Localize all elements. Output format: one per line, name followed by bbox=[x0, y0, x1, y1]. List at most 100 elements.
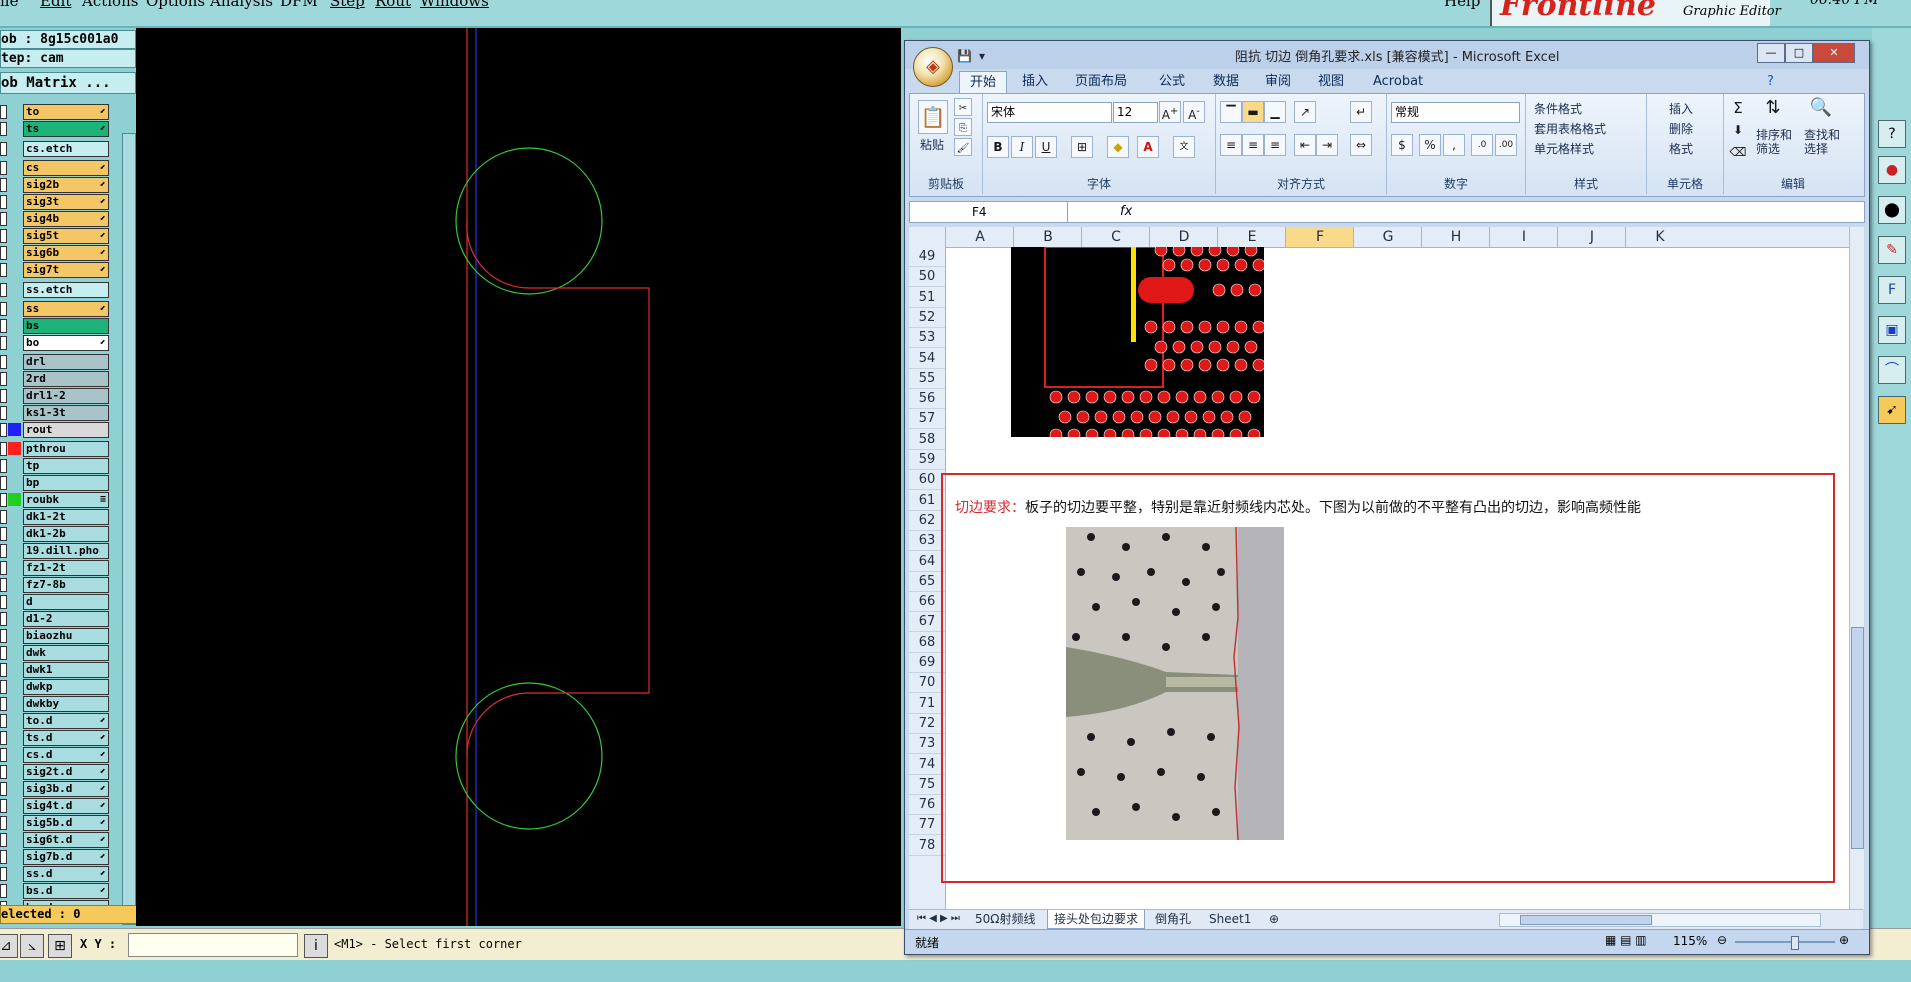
layer-name[interactable]: dwkp bbox=[23, 679, 109, 695]
layer-color-swatch[interactable] bbox=[8, 731, 21, 744]
layer-checkbox[interactable] bbox=[0, 105, 7, 119]
layer-color-swatch[interactable] bbox=[8, 246, 21, 259]
layer-color-swatch[interactable] bbox=[8, 459, 21, 472]
underline-icon[interactable]: U bbox=[1035, 136, 1057, 158]
layer-row[interactable]: d1-2 bbox=[0, 611, 112, 627]
layer-checkbox[interactable] bbox=[0, 493, 7, 507]
pcb-image[interactable] bbox=[1011, 247, 1264, 437]
pen-icon[interactable]: ✎ bbox=[1878, 236, 1906, 264]
layer-color-swatch[interactable] bbox=[8, 493, 21, 506]
layer-row[interactable]: dk1-2b bbox=[0, 526, 112, 542]
layer-color-swatch[interactable] bbox=[8, 799, 21, 812]
layer-name[interactable]: cs.etch bbox=[23, 141, 109, 157]
column-header[interactable]: J bbox=[1557, 227, 1626, 247]
layer-color-swatch[interactable] bbox=[8, 229, 21, 242]
find-icon[interactable]: 🔍 bbox=[1806, 98, 1836, 124]
orientation-icon[interactable]: ↗ bbox=[1294, 101, 1316, 123]
layer-row[interactable]: sig3b.d ⬋ bbox=[0, 781, 112, 797]
tab-insert[interactable]: 插入 bbox=[1012, 71, 1058, 93]
minimize-button[interactable]: — bbox=[1757, 43, 1785, 63]
cut-icon[interactable]: ✂ bbox=[954, 98, 972, 116]
layer-name[interactable]: ss.d ⬋ bbox=[23, 866, 109, 882]
font-color-icon[interactable]: A bbox=[1137, 136, 1159, 158]
number-format-select[interactable]: 常规 bbox=[1391, 102, 1520, 123]
sheet-nav-icon[interactable]: ⏮ ◀ ▶ ⏭ bbox=[911, 910, 966, 928]
layer-color-swatch[interactable] bbox=[8, 680, 21, 693]
layer-checkbox[interactable] bbox=[0, 355, 7, 369]
sheet-tab-sheet1[interactable]: Sheet1 bbox=[1203, 910, 1257, 928]
bold-icon[interactable]: B bbox=[987, 136, 1009, 158]
layer-row[interactable]: dwkby bbox=[0, 696, 112, 712]
layer-row[interactable]: sig4t.d ⬋ bbox=[0, 798, 112, 814]
layer-checkbox[interactable] bbox=[0, 867, 7, 881]
layer-name[interactable]: biaozhu bbox=[23, 628, 109, 644]
tab-formulas[interactable]: 公式 bbox=[1149, 71, 1195, 93]
layer-row[interactable]: sig2b ⬋ bbox=[0, 177, 112, 193]
layer-color-swatch[interactable] bbox=[8, 765, 21, 778]
conditional-format-button[interactable]: 条件格式 bbox=[1534, 100, 1582, 117]
layer-row[interactable]: ss.d ⬋ bbox=[0, 866, 112, 882]
layer-name[interactable]: ks1-3t bbox=[23, 405, 109, 421]
layer-name[interactable]: 19.dill.pho bbox=[23, 543, 109, 559]
layer-checkbox[interactable] bbox=[0, 527, 7, 541]
sort-filter-button[interactable]: 排序和 筛选 bbox=[1756, 128, 1792, 156]
layer-name[interactable]: cs ⬋ bbox=[23, 160, 109, 176]
name-box[interactable]: F4 bbox=[910, 202, 1068, 222]
requirement-note[interactable]: 切边要求：板子的切边要平整，特别是靠近射频线内芯处。下图为以前做的不平整有凸出的… bbox=[955, 497, 1641, 517]
layer-checkbox[interactable] bbox=[0, 663, 7, 677]
insert-cells-button[interactable]: 插入 bbox=[1669, 100, 1693, 117]
row-header[interactable]: 78 bbox=[909, 836, 945, 856]
layer-row[interactable]: dwkp bbox=[0, 679, 112, 695]
layer-checkbox[interactable] bbox=[0, 782, 7, 796]
row-header[interactable]: 49 bbox=[909, 247, 945, 267]
layer-row[interactable]: drl bbox=[0, 354, 112, 370]
layer-name[interactable]: d1-2 bbox=[23, 611, 109, 627]
phonetic-icon[interactable]: 文 bbox=[1173, 136, 1195, 158]
layer-row[interactable]: drl1-2 bbox=[0, 388, 112, 404]
layer-row[interactable]: bs.d ⬋ bbox=[0, 883, 112, 899]
layer-name[interactable]: sig2t.d ⬋ bbox=[23, 764, 109, 780]
layer-checkbox[interactable] bbox=[0, 510, 7, 524]
menu-help[interactable]: Help bbox=[1444, 0, 1480, 10]
layer-checkbox[interactable] bbox=[0, 799, 7, 813]
menu-step[interactable]: Step bbox=[330, 0, 365, 10]
column-header[interactable]: K bbox=[1625, 227, 1694, 247]
layer-row[interactable]: ss ⬋ bbox=[0, 301, 112, 317]
layer-checkbox[interactable] bbox=[0, 612, 7, 626]
decrease-decimal-icon[interactable]: .00 bbox=[1495, 134, 1517, 156]
layer-name[interactable]: to.d ⬋ bbox=[23, 713, 109, 729]
column-header[interactable]: G bbox=[1353, 227, 1422, 247]
layer-checkbox[interactable] bbox=[0, 731, 7, 745]
menu-analysis[interactable]: Analysis bbox=[210, 0, 273, 10]
layer-checkbox[interactable] bbox=[0, 283, 7, 297]
layer-color-swatch[interactable] bbox=[8, 283, 21, 296]
align-center-icon[interactable]: ≡ bbox=[1242, 134, 1264, 156]
grow-font-icon[interactable]: A+ bbox=[1159, 101, 1181, 123]
layer-color-swatch[interactable] bbox=[8, 442, 21, 455]
column-header[interactable]: C bbox=[1081, 227, 1150, 247]
row-header[interactable]: 66 bbox=[909, 592, 945, 613]
shapes-icon[interactable]: ▣ bbox=[1878, 316, 1906, 344]
column-header[interactable]: D bbox=[1149, 227, 1218, 247]
layer-checkbox[interactable] bbox=[0, 122, 7, 136]
row-header[interactable]: 54 bbox=[909, 349, 945, 369]
layer-row[interactable]: sig5b.d ⬋ bbox=[0, 815, 112, 831]
zoom-slider-thumb[interactable] bbox=[1791, 936, 1799, 950]
layer-row[interactable]: dwk bbox=[0, 645, 112, 661]
layer-row[interactable]: sig6t.d ⬋ bbox=[0, 832, 112, 848]
layer-name[interactable]: fz1-2t bbox=[23, 560, 109, 576]
maximize-button[interactable]: □ bbox=[1785, 43, 1813, 63]
angle-icon[interactable]: ⦣ bbox=[20, 934, 44, 958]
layer-checkbox[interactable] bbox=[0, 161, 7, 175]
view-mode-icons[interactable]: ▦ ▤ ▥ bbox=[1605, 933, 1647, 947]
vertical-scrollbar[interactable] bbox=[1849, 227, 1864, 909]
layer-name[interactable]: ts.d ⬋ bbox=[23, 730, 109, 746]
layer-color-swatch[interactable] bbox=[8, 663, 21, 676]
merge-icon[interactable]: ⇔ bbox=[1350, 134, 1372, 156]
layer-color-swatch[interactable] bbox=[8, 510, 21, 523]
layer-checkbox[interactable] bbox=[0, 336, 7, 350]
sheet-tab-50ohm[interactable]: 50Ω射频线 bbox=[969, 910, 1041, 928]
format-painter-icon[interactable]: 🖌 bbox=[954, 138, 972, 156]
menu-file[interactable]: ile bbox=[0, 0, 18, 10]
row-header[interactable]: 58 bbox=[909, 430, 945, 450]
